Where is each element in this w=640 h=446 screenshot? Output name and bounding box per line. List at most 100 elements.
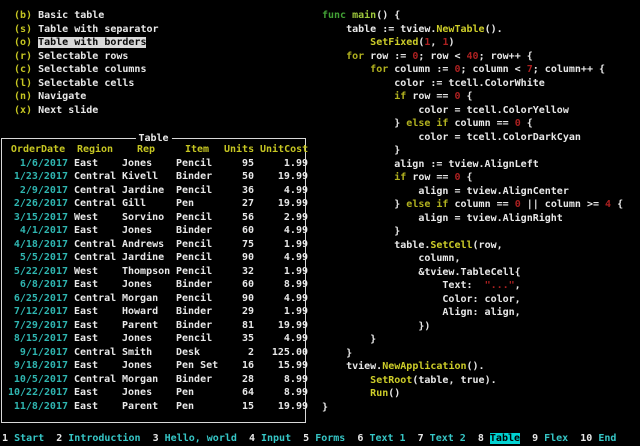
code-line: }: [322, 333, 623, 347]
table-cell: 4/1/2017: [8, 224, 68, 238]
table-cell: 6/8/2017: [8, 278, 68, 292]
code-line: } else if column == 0 || column >= 4 {: [322, 198, 623, 212]
slide-number: 5: [303, 433, 309, 444]
table-cell: East: [74, 319, 116, 333]
menu-item[interactable]: (o) Table with borders: [14, 36, 159, 50]
table-cell: 1.99: [260, 238, 308, 252]
table-cell: Pencil: [176, 265, 218, 279]
menu-item[interactable]: (x) Next slide: [14, 104, 159, 118]
code-token: ; row++ {: [479, 51, 533, 62]
table-cell: Central: [74, 251, 116, 265]
code-token: ,: [430, 37, 442, 48]
slide-label: Input: [261, 433, 291, 444]
slide-indicator[interactable]: 10 End: [580, 433, 616, 444]
slide-indicator[interactable]: 5 Forms: [303, 433, 345, 444]
code-line: color = tcell.ColorYellow: [322, 104, 623, 118]
code-token: }: [322, 199, 406, 210]
table-row: 10/5/2017CentralMorganBinder288.99: [8, 373, 303, 387]
menu-item[interactable]: (b) Basic table: [14, 9, 159, 23]
code-token: NewApplication: [382, 361, 466, 372]
table-cell: East: [74, 157, 116, 171]
table-cell: 19.99: [260, 400, 308, 414]
table-row: 6/8/2017EastJonesBinder608.99: [8, 278, 303, 292]
slide-indicator[interactable]: 6 Text 1: [357, 433, 405, 444]
menu-item[interactable]: (c) Selectable columns: [14, 63, 159, 77]
code-token: SetFixed: [370, 37, 418, 48]
code-token: }: [322, 348, 352, 359]
slide-indicator[interactable]: 3 Hello, world: [153, 433, 237, 444]
code-token: ,: [515, 280, 521, 291]
code-line: func main() {: [322, 9, 623, 23]
menu-shortcut-key: (b): [14, 10, 32, 21]
slide-indicator[interactable]: 9 Flex: [532, 433, 568, 444]
table-cell: Central: [74, 346, 116, 360]
slide-indicator[interactable]: 4 Input: [249, 433, 291, 444]
table-row: 2/9/2017CentralJardinePencil364.99: [8, 184, 303, 198]
code-token: table := tview.: [322, 24, 436, 35]
table-row: 5/22/2017WestThompsonPencil321.99: [8, 265, 303, 279]
table-body: OrderDateRegionRepItemUnitsUnitCost1/6/2…: [8, 143, 303, 413]
slide-number: 7: [418, 433, 424, 444]
slide-number: 3: [153, 433, 159, 444]
table-cell: 11/8/2017: [8, 400, 68, 414]
code-token: for: [370, 64, 388, 75]
table-cell: 10/22/2017: [8, 386, 68, 400]
slide-indicator[interactable]: 7 Text 2: [418, 433, 466, 444]
menu-item[interactable]: (l) Selectable cells: [14, 77, 159, 91]
code-token: }): [322, 321, 430, 332]
code-token: [322, 172, 394, 183]
slide-number: 2: [56, 433, 62, 444]
code-token: ; column++ {: [533, 64, 605, 75]
code-line: Align: align,: [322, 306, 623, 320]
slide-label: Text 2: [430, 433, 466, 444]
slide-indicator[interactable]: 1 Start: [2, 433, 44, 444]
code-token: }: [322, 226, 400, 237]
table-cell: 56: [224, 211, 254, 225]
table-cell: 27: [224, 197, 254, 211]
table-cell: Pen Set: [176, 359, 218, 373]
table-cell: Binder: [176, 305, 218, 319]
code-token: SetCell: [430, 240, 472, 251]
table-cell: 9/18/2017: [8, 359, 68, 373]
table-row: 3/15/2017WestSorvinoPencil562.99: [8, 211, 303, 225]
code-view: func main() { table := tview.NewTable().…: [322, 9, 623, 414]
code-token: {: [461, 172, 473, 183]
table-cell: Central: [74, 292, 116, 306]
table-cell: Binder: [176, 373, 218, 387]
table-cell: Jardine: [122, 251, 170, 265]
menu-item[interactable]: (s) Table with separator: [14, 23, 159, 37]
code-token: ().: [467, 361, 485, 372]
table-row: 7/12/2017EastHowardBinder291.99: [8, 305, 303, 319]
code-token: row ==: [406, 91, 454, 102]
table-cell: Parent: [122, 319, 170, 333]
table-cell: 3/15/2017: [8, 211, 68, 225]
code-token: align = tview.AlignCenter: [322, 186, 569, 197]
code-line: }: [322, 401, 623, 415]
code-token: for: [346, 51, 364, 62]
slide-label: Text 1: [369, 433, 405, 444]
menu-shortcut-key: (l): [14, 78, 32, 89]
table-row: 4/1/2017EastJonesBinder604.99: [8, 224, 303, 238]
menu-item[interactable]: (n) Navigate: [14, 90, 159, 104]
code-line: Color: color,: [322, 293, 623, 307]
table-header-row: OrderDateRegionRepItemUnitsUnitCost: [8, 143, 303, 157]
status-bar: 1 Start 2 Introduction 3 Hello, world 4 …: [2, 432, 616, 446]
table-cell: Jones: [122, 386, 170, 400]
table-cell: 1.99: [260, 305, 308, 319]
code-token: table.: [322, 240, 430, 251]
table-cell: Morgan: [122, 292, 170, 306]
menu-item[interactable]: (r) Selectable rows: [14, 50, 159, 64]
slide-number: 1: [2, 433, 8, 444]
table-cell: Binder: [176, 278, 218, 292]
slide-indicator[interactable]: 2 Introduction: [56, 433, 140, 444]
table-cell: 4.99: [260, 332, 308, 346]
table-cell: East: [74, 359, 116, 373]
table-cell: 4/18/2017: [8, 238, 68, 252]
table-cell: 36: [224, 184, 254, 198]
table-cell: 2: [224, 346, 254, 360]
slide-indicator[interactable]: 8 Table: [478, 433, 520, 444]
table-cell: 10/5/2017: [8, 373, 68, 387]
menu-shortcut-key: (c): [14, 64, 32, 75]
table-cell: 2.99: [260, 211, 308, 225]
table-header-cell: Rep: [122, 143, 170, 157]
